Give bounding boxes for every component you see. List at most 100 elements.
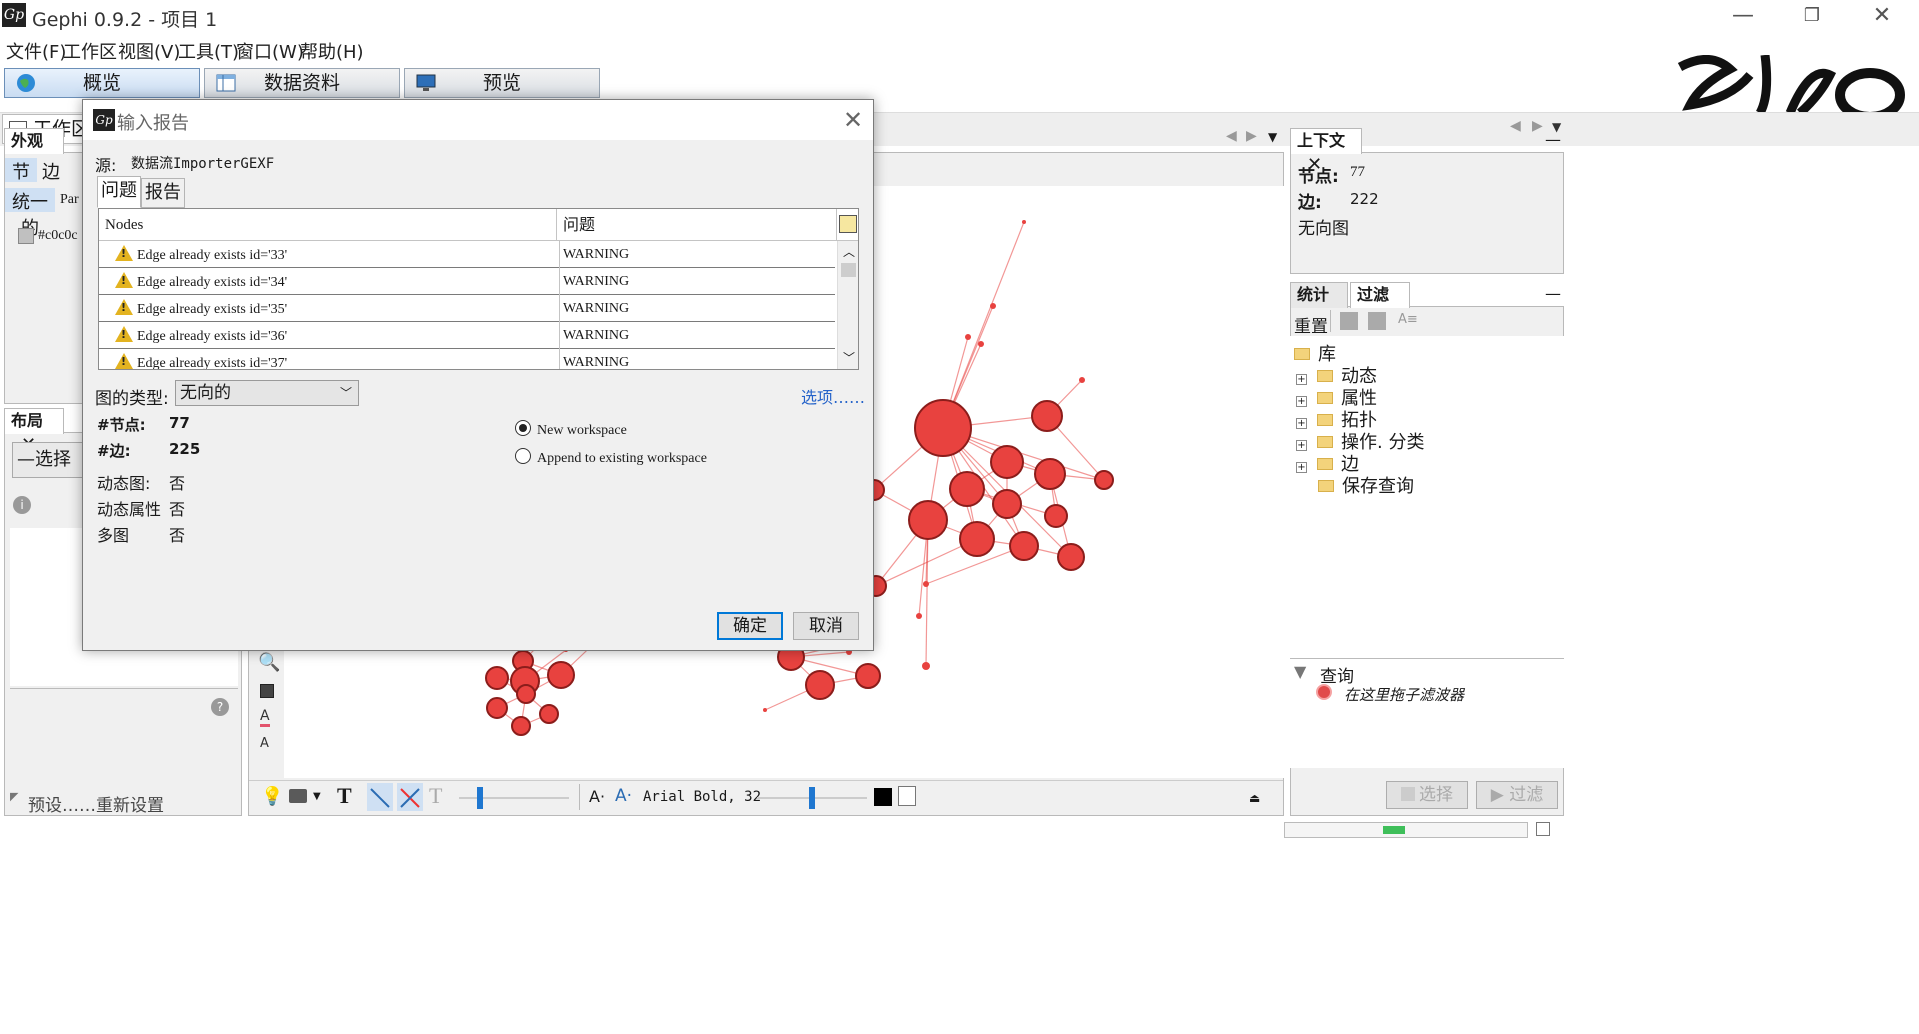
info-icon[interactable]: i <box>13 496 31 514</box>
label-size-icon[interactable]: A <box>260 736 269 751</box>
font-size-increase-icon[interactable]: A· <box>615 786 632 806</box>
edge-scale-slider-thumb[interactable] <box>477 787 483 809</box>
minimize-button[interactable]: — <box>1713 0 1773 34</box>
screenshot-dropdown-icon[interactable]: ▼ <box>313 791 321 802</box>
graph-node[interactable] <box>1094 470 1114 490</box>
graph-node[interactable] <box>1057 543 1085 571</box>
append-workspace-radio[interactable]: Append to existing workspace <box>515 448 707 467</box>
layout-tab[interactable]: 布局✕ <box>4 408 64 455</box>
overview-tab-button[interactable]: 概览 <box>4 68 200 98</box>
close-window-button[interactable]: ✕ <box>1852 0 1912 34</box>
background-color-icon[interactable] <box>260 684 274 698</box>
menu-help[interactable]: 帮助(H) <box>300 38 364 64</box>
unique-mode-tab[interactable]: 统一的 <box>5 188 55 239</box>
library-root[interactable]: 库 <box>1294 340 1336 365</box>
menu-workspace[interactable]: 工作区 <box>63 38 117 64</box>
font-selector[interactable]: Arial Bold, 32 <box>643 789 761 805</box>
edge-labels-icon[interactable]: T <box>429 783 442 809</box>
menu-view[interactable]: 视图(V) <box>118 38 180 64</box>
presets-button[interactable]: 预设…… <box>28 791 96 816</box>
tab-report[interactable]: 报告 <box>141 178 185 208</box>
graph-node[interactable] <box>1079 377 1085 383</box>
preview-tab-button[interactable]: 预览 <box>404 68 600 98</box>
workspace-scroll-left-icon[interactable]: ◀ <box>1510 118 1521 134</box>
filter-tab[interactable]: 过滤✕ <box>1350 282 1410 329</box>
edge-color-icon[interactable] <box>397 783 423 811</box>
cancel-button[interactable]: 取消 <box>793 612 859 640</box>
graph-node[interactable] <box>959 521 995 557</box>
graph-node[interactable] <box>1009 531 1039 561</box>
graph-node[interactable] <box>805 670 835 700</box>
graph-node[interactable] <box>949 471 985 507</box>
tree-item-edges[interactable]: + 边 <box>1296 450 1359 475</box>
tree-item-operator[interactable]: + 操作. 分类 <box>1296 428 1424 453</box>
help-icon[interactable]: ? <box>211 698 229 716</box>
graph-node[interactable] <box>1034 458 1066 490</box>
graph-node[interactable] <box>511 716 531 736</box>
partition-mode-tab[interactable]: Par <box>60 192 79 208</box>
context-tab[interactable]: 上下文✕ <box>1290 128 1362 175</box>
graph-node[interactable] <box>855 663 881 689</box>
edge-straight-icon[interactable] <box>367 783 393 811</box>
table-row[interactable]: Edge already exists id='33' WARNING <box>99 241 835 268</box>
column-chooser[interactable] <box>837 209 858 241</box>
collapse-toolbar-icon[interactable]: ⏏ <box>1249 791 1260 805</box>
graph-node[interactable] <box>922 662 930 670</box>
tree-item-dynamic[interactable]: + 动态 <box>1296 362 1377 387</box>
graph-node[interactable] <box>1031 400 1063 432</box>
filter-button[interactable]: ▶ 过滤 <box>1476 781 1558 809</box>
color-swatch[interactable] <box>18 228 34 244</box>
filter-export-icon[interactable] <box>1340 312 1358 330</box>
column-header-issue[interactable]: 问题 <box>557 209 837 241</box>
light-bulb-icon[interactable]: 💡 <box>261 786 283 807</box>
restore-button[interactable]: ❐ <box>1782 0 1842 34</box>
tree-item-topology[interactable]: + 拓扑 <box>1296 406 1377 431</box>
new-workspace-radio[interactable]: New workspace <box>515 420 627 439</box>
filter-reset-button[interactable]: 重置 <box>1294 312 1328 337</box>
graph-node[interactable] <box>978 341 984 347</box>
graph-node[interactable] <box>914 399 972 457</box>
label-color-swatch[interactable] <box>874 788 892 806</box>
zoom-icon[interactable]: 🔍 <box>258 652 280 673</box>
graph-node[interactable] <box>539 704 559 724</box>
table-scrollbar[interactable]: ︿ ﹀ <box>837 241 858 369</box>
data-lab-tab-button[interactable]: 数据资料 <box>204 68 400 98</box>
graph-node[interactable] <box>1022 220 1026 224</box>
graph-node[interactable] <box>990 445 1024 479</box>
table-row[interactable]: Edge already exists id='34' WARNING <box>99 268 835 295</box>
graph-node[interactable] <box>485 666 509 690</box>
graph-scroll-left-icon[interactable]: ◀ <box>1226 128 1237 144</box>
font-size-decrease-icon[interactable]: A· <box>589 787 605 806</box>
graph-node[interactable] <box>923 581 929 587</box>
node-subtab[interactable]: 节点 <box>5 158 37 209</box>
graph-node[interactable] <box>992 489 1022 519</box>
graph-dropdown-icon[interactable]: ▼ <box>1268 130 1277 144</box>
layout-select-dropdown[interactable]: —选择 <box>12 442 92 478</box>
dialog-close-button[interactable]: ✕ <box>843 106 863 134</box>
scroll-thumb[interactable] <box>841 263 856 277</box>
column-header-nodes[interactable]: Nodes <box>99 209 557 241</box>
filter-import-icon[interactable] <box>1368 312 1386 330</box>
workspace-scroll-right-icon[interactable]: ▶ <box>1532 118 1543 134</box>
graph-node[interactable] <box>916 613 922 619</box>
ok-button[interactable]: 确定 <box>717 612 783 640</box>
label-scale-slider-thumb[interactable] <box>809 787 815 809</box>
graph-node[interactable] <box>486 697 508 719</box>
expand-icon[interactable]: + <box>1296 462 1307 473</box>
menu-window[interactable]: 窗口(W) <box>236 38 304 64</box>
statistics-tab[interactable]: 统计 <box>1290 282 1348 308</box>
graph-node[interactable] <box>763 708 767 712</box>
select-button[interactable]: 选择 <box>1386 781 1468 809</box>
scroll-down-icon[interactable]: ﹀ <box>843 349 855 366</box>
tab-issues[interactable]: 问题 <box>97 176 141 208</box>
table-row[interactable]: Edge already exists id='37' WARNING <box>99 349 835 369</box>
show-labels-icon[interactable]: T <box>337 783 352 809</box>
edge-subtab[interactable]: 边 <box>42 158 60 184</box>
label-settings-icon[interactable] <box>898 786 916 806</box>
graph-node[interactable] <box>990 303 996 309</box>
tree-item-attributes[interactable]: + 属性 <box>1296 384 1377 409</box>
graph-node[interactable] <box>1044 504 1068 528</box>
graph-node[interactable] <box>965 334 971 340</box>
graph-type-select[interactable]: 无向的 ﹀ <box>175 380 359 406</box>
appearance-tab[interactable]: 外观✕ <box>4 128 64 175</box>
